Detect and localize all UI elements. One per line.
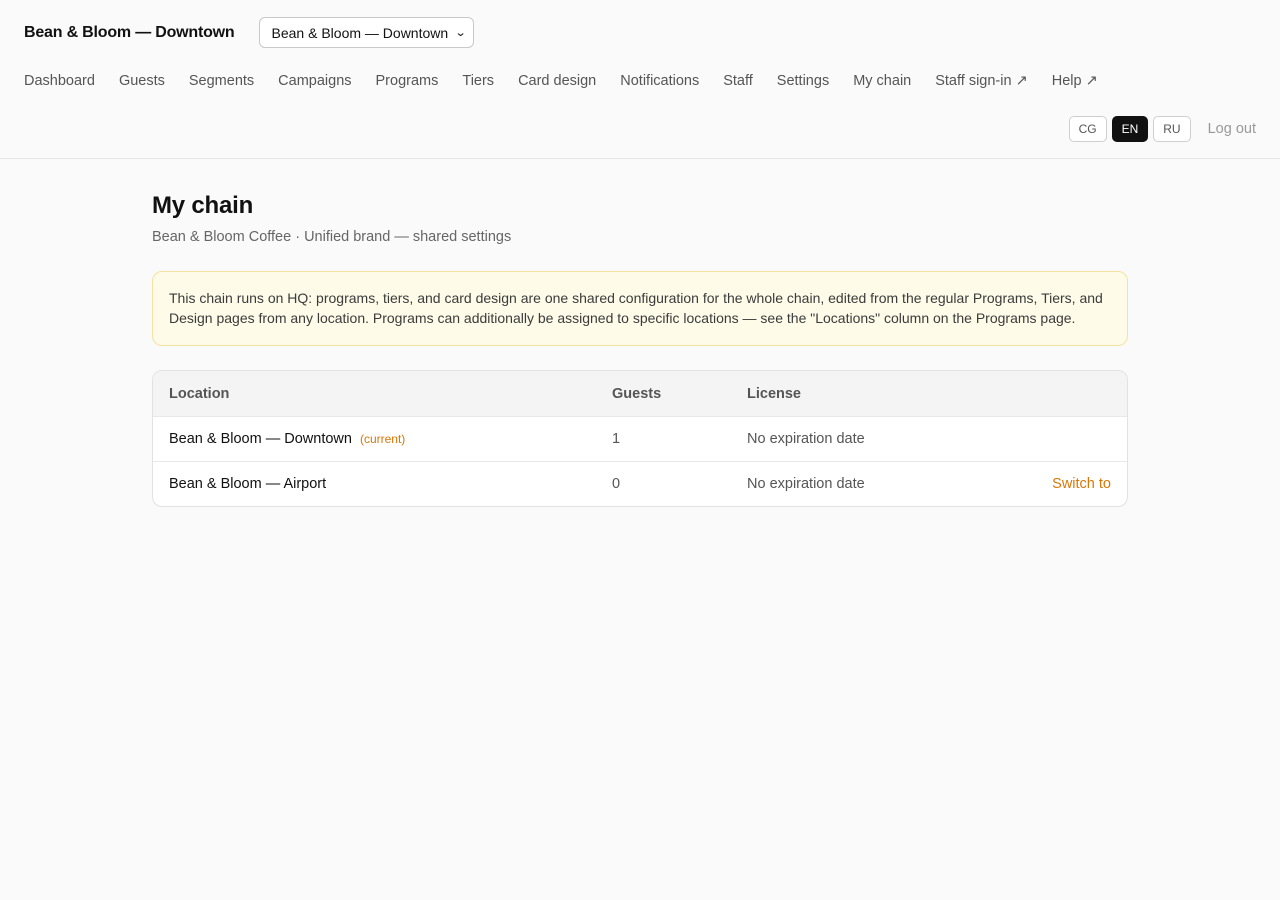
main-content: My chain Bean & Bloom Coffee · Unified b… [152,159,1128,507]
row-action: Switch to [991,476,1111,492]
nav-help[interactable]: Help ↗ [1052,73,1098,89]
table-row: Bean & Bloom — Airport 0 No expiration d… [153,461,1127,506]
location-select-value: Bean & Bloom — Downtown [271,24,449,41]
logout-link[interactable]: Log out [1208,121,1256,137]
nav-campaigns[interactable]: Campaigns [278,73,351,89]
language-cg-button[interactable]: CG [1068,116,1107,142]
brand-row: Bean & Bloom — Downtown Bean & Bloom — D… [24,17,474,48]
license-status: No expiration date [747,431,865,447]
location-select[interactable]: Bean & Bloom — Downtown ⌄ [258,17,474,48]
nav-notifications[interactable]: Notifications [620,73,699,89]
location-name: Bean & Bloom — Airport [169,476,327,492]
location-name: Bean & Bloom — Downtown [169,431,352,447]
language-en-button[interactable]: EN [1111,116,1149,142]
top-bar: Bean & Bloom — Downtown Bean & Bloom — D… [0,0,1280,159]
hq-notice: This chain runs on HQ: programs, tiers, … [152,271,1128,346]
nav-card-design[interactable]: Card design [518,73,596,89]
license-status: No expiration date [747,476,865,492]
brand-title: Bean & Bloom — Downtown [24,23,235,41]
header-location: Location [169,385,230,402]
language-ru-button[interactable]: RU [1153,116,1191,142]
locations-table: Location Guests License Bean & Bloom — D… [152,370,1128,507]
table-row: Bean & Bloom — Downtown (current) 1 No ex… [153,416,1127,461]
nav-guests[interactable]: Guests [119,73,165,89]
switch-to-link[interactable]: Switch to [1052,476,1111,492]
main-nav: Dashboard Guests Segments Campaigns Prog… [24,73,1122,89]
nav-settings[interactable]: Settings [777,73,829,89]
nav-segments[interactable]: Segments [189,73,254,89]
nav-staff[interactable]: Staff [723,73,753,89]
nav-programs[interactable]: Programs [376,73,439,89]
page-title: My chain [152,192,254,219]
guests-count: 0 [612,476,621,492]
chevron-down-icon: ⌄ [454,27,467,39]
page-subtitle: Bean & Bloom Coffee · Unified brand — sh… [152,229,512,245]
nav-tiers[interactable]: Tiers [462,73,494,89]
nav-staff-sign-in[interactable]: Staff sign-in ↗ [935,73,1027,89]
header-guests: Guests [612,385,662,402]
header-license: License [747,385,801,402]
current-badge: (current) [359,432,406,446]
location-cell: Bean & Bloom — Airport [169,476,612,492]
table-header: Location Guests License [153,371,1127,416]
header-tools: CG EN RU Log out [1064,116,1256,142]
nav-dashboard[interactable]: Dashboard [24,73,95,89]
guests-count: 1 [612,431,621,447]
location-cell: Bean & Bloom — Downtown (current) [169,431,612,447]
nav-my-chain[interactable]: My chain [853,73,911,89]
